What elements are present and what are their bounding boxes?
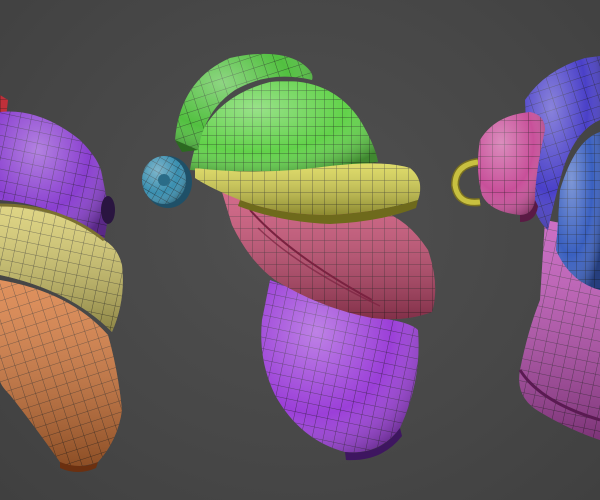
blue-ear-disc <box>142 156 192 208</box>
left-armor-piece[interactable] <box>0 95 123 472</box>
right-helmet[interactable] <box>450 56 600 440</box>
center-helmet[interactable] <box>142 53 436 461</box>
yellow-ring-handle <box>450 158 481 207</box>
scene-canvas <box>0 53 600 472</box>
yellow-visor-brim <box>195 163 421 224</box>
3d-viewport[interactable] <box>0 0 600 500</box>
pink-side-flap <box>477 112 545 222</box>
